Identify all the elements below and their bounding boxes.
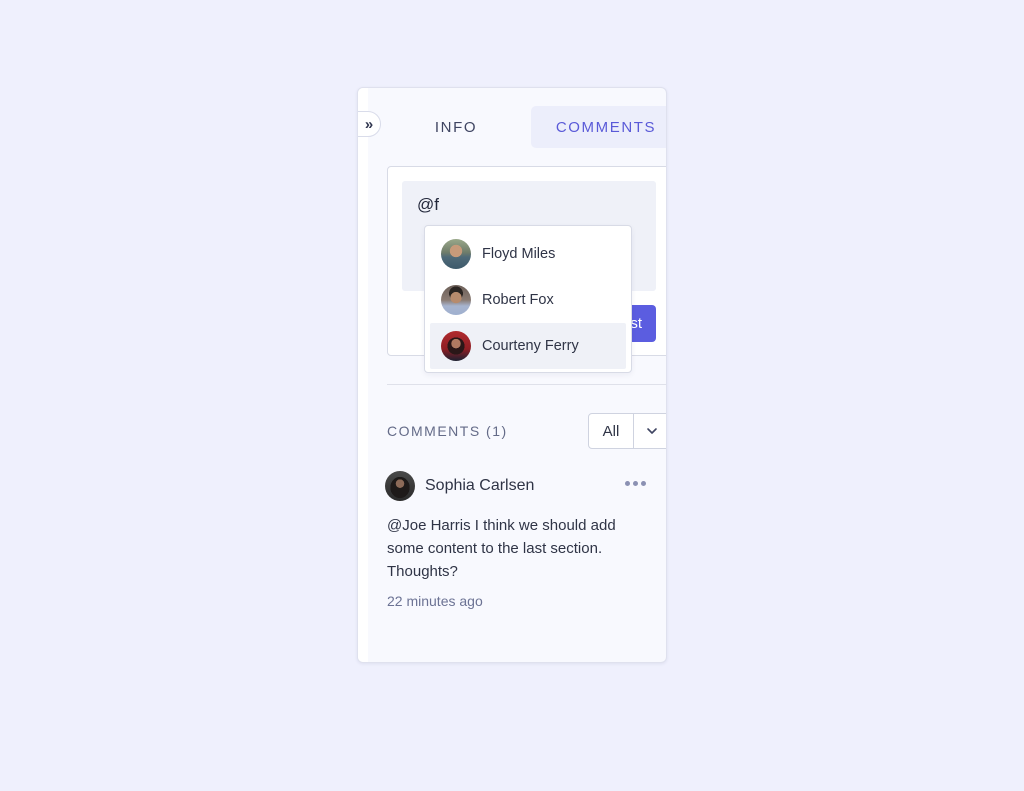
mention-option-floyd-miles[interactable]: Floyd Miles <box>430 231 626 277</box>
comment-body: @Joe Harris I think we should add some c… <box>387 517 616 580</box>
mention-name: Robert Fox <box>482 292 554 308</box>
avatar <box>441 239 471 269</box>
mention-name: Courteny Ferry <box>482 338 579 354</box>
more-options-button[interactable] <box>625 481 646 486</box>
mention-suggestions-dropdown: Floyd Miles Robert Fox Courteny Ferry <box>424 225 632 373</box>
double-chevron-right-icon: » <box>364 115 374 133</box>
filter-value[interactable]: All <box>589 414 634 448</box>
mention-option-courteny-ferry[interactable]: Courteny Ferry <box>430 323 626 369</box>
comment-author: Sophia Carlsen <box>425 477 535 494</box>
avatar <box>441 331 471 361</box>
ellipsis-dot <box>641 481 646 486</box>
ellipsis-icon <box>625 481 630 486</box>
comment-timestamp: 22 minutes ago <box>387 593 483 609</box>
comments-panel: » INFO COMMENTS @f st Floyd Miles Robert… <box>357 87 667 663</box>
comment-header: Sophia Carlsen <box>385 470 660 502</box>
avatar <box>385 471 415 501</box>
chevron-down-icon <box>647 428 657 434</box>
comment-filter-select[interactable]: All <box>588 413 666 449</box>
comment-item: Sophia Carlsen @Joe Harris I think we sh… <box>385 470 660 609</box>
ellipsis-dot <box>633 481 638 486</box>
mention-option-robert-fox[interactable]: Robert Fox <box>430 277 626 323</box>
avatar <box>441 285 471 315</box>
comments-count-heading: COMMENTS (1) <box>387 423 508 439</box>
filter-dropdown-toggle[interactable] <box>634 414 666 448</box>
mention-name: Floyd Miles <box>482 246 556 262</box>
tab-bar: INFO COMMENTS <box>358 106 666 148</box>
tab-info[interactable]: INFO <box>402 106 510 148</box>
panel-edge <box>358 88 368 662</box>
section-divider <box>387 384 666 385</box>
tab-comments[interactable]: COMMENTS <box>531 106 666 148</box>
